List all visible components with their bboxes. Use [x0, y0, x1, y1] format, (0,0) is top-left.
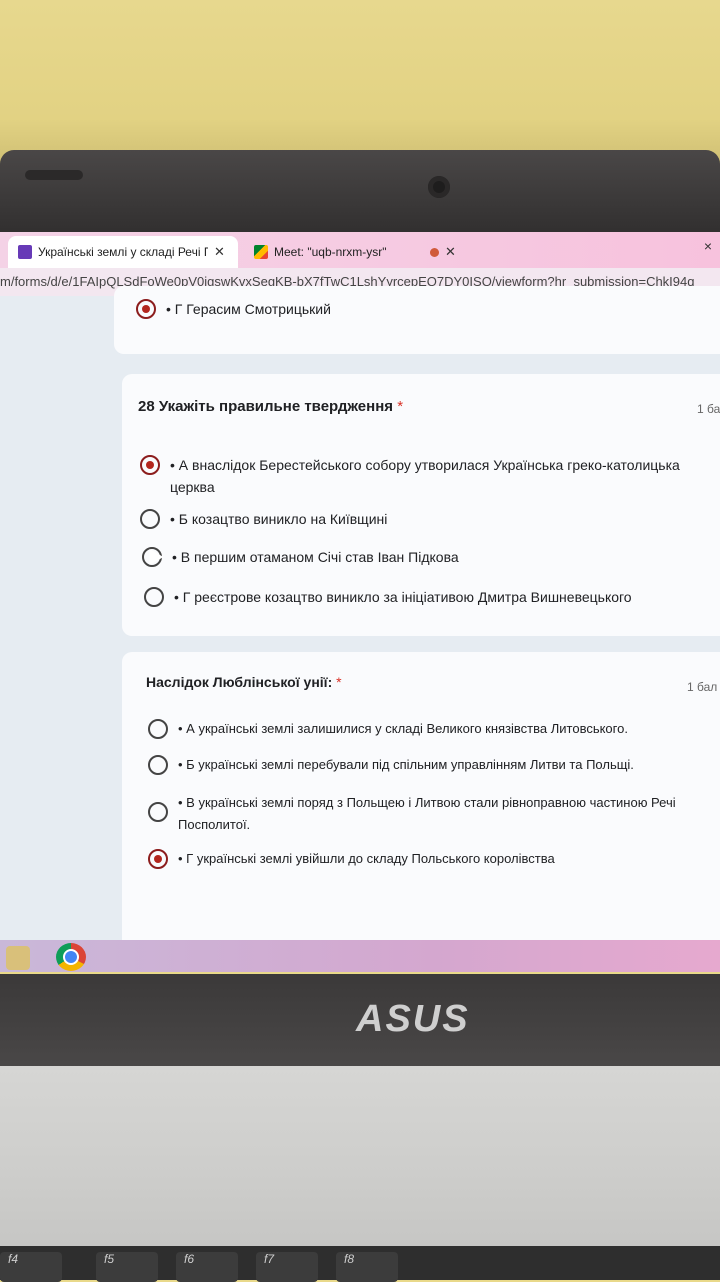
option-row[interactable]: • А українські землі залишилися у складі…	[148, 718, 628, 740]
question-text: Укажіть правильне твердження	[158, 398, 394, 415]
radio-button[interactable]	[148, 719, 168, 739]
taskbar	[0, 940, 720, 972]
tab-title: Українські землі у складі Речі По	[38, 245, 208, 259]
option-row[interactable]: • В українські землі поряд з Польщею і Л…	[148, 792, 708, 836]
question-number: 28	[138, 398, 155, 415]
question-title: Наслідок Люблінської унії: *	[146, 674, 342, 690]
option-label: • А внаслідок Берестейського собору утво…	[170, 457, 680, 495]
laptop-screen: Українські землі у складі Речі По ✕ Meet…	[0, 232, 720, 972]
key-f8[interactable]: f8	[336, 1252, 398, 1282]
option-label: • Б українські землі перебували під спіл…	[178, 757, 634, 772]
option-label: • А українські землі залишилися у складі…	[178, 721, 628, 736]
option-label: • Г Герасим Смотрицький	[166, 301, 331, 317]
question-card-lublin: Наслідок Люблінської унії: * 1 бал • А у…	[122, 652, 720, 952]
option-label: • Б козацтво виникло на Київщині	[170, 511, 388, 527]
question-text: Наслідок Люблінської унії:	[146, 674, 333, 690]
google-forms-icon	[18, 245, 32, 259]
radio-button[interactable]	[144, 587, 164, 607]
key-f6[interactable]: f6	[176, 1252, 238, 1282]
option-row[interactable]: • Б козацтво виникло на Київщині	[140, 508, 387, 530]
key-f4[interactable]: f4	[0, 1252, 62, 1282]
option-row[interactable]: • Г реєстрове козацтво виникло за ініціа…	[144, 586, 632, 608]
recording-icon	[430, 247, 439, 257]
key-f5[interactable]: f5	[96, 1252, 158, 1282]
question-card-28: 28 Укажіть правильне твердження * 1 ба •…	[122, 374, 720, 636]
required-asterisk: *	[336, 674, 342, 690]
tab-forms[interactable]: Українські землі у складі Речі По ✕	[8, 236, 238, 268]
radio-button-selected[interactable]	[140, 455, 160, 475]
form-content: • Г Герасим Смотрицький 28 Укажіть прави…	[0, 286, 720, 972]
radio-button-selected[interactable]	[148, 849, 168, 869]
option-row[interactable]: • Г Герасим Смотрицький	[136, 298, 331, 320]
file-explorer-icon[interactable]	[6, 946, 30, 970]
radio-button[interactable]	[140, 509, 160, 529]
option-row[interactable]: • Б українські землі перебували під спіл…	[148, 754, 634, 776]
option-row[interactable]: • А внаслідок Берестейського собору утво…	[140, 454, 720, 498]
option-label: • Г українські землі увійшли до складу П…	[178, 851, 555, 866]
question-title: 28 Укажіть правильне твердження *	[138, 398, 403, 415]
laptop-top-bezel	[0, 150, 720, 240]
tab-meet[interactable]: Meet: "uqb-nrxm-ysr" ✕	[244, 236, 479, 268]
webcam-icon	[428, 176, 450, 198]
close-icon[interactable]: ×	[704, 238, 712, 254]
option-row[interactable]: • Г українські землі увійшли до складу П…	[148, 848, 555, 870]
tab-close-icon[interactable]: ✕	[214, 244, 225, 260]
points-label: 1 бал	[687, 680, 718, 694]
tab-title: Meet: "uqb-nrxm-ysr"	[274, 245, 387, 259]
question-card-previous: • Г Герасим Смотрицький	[114, 286, 720, 354]
tab-close-icon[interactable]: ✕	[445, 244, 456, 260]
required-asterisk: *	[397, 398, 404, 415]
browser-tab-bar: Українські землі у складі Речі По ✕ Meet…	[0, 232, 720, 268]
background-wall	[0, 0, 720, 170]
option-row[interactable]: • В першим отаманом Січі став Іван Підко…	[142, 546, 459, 568]
chrome-icon[interactable]	[56, 943, 86, 971]
bezel-slot	[25, 170, 83, 180]
radio-button[interactable]	[148, 755, 168, 775]
points-label: 1 ба	[697, 402, 720, 416]
radio-button-selected[interactable]	[136, 299, 156, 319]
asus-logo: ASUS	[356, 998, 470, 1040]
option-label: • Г реєстрове козацтво виникло за ініціа…	[174, 589, 632, 605]
key-f7[interactable]: f7	[256, 1252, 318, 1282]
radio-button[interactable]	[148, 802, 168, 822]
google-meet-icon	[254, 245, 268, 259]
option-label: • В першим отаманом Січі став Іван Підко…	[172, 549, 459, 565]
option-label: • В українські землі поряд з Польщею і Л…	[178, 795, 676, 832]
